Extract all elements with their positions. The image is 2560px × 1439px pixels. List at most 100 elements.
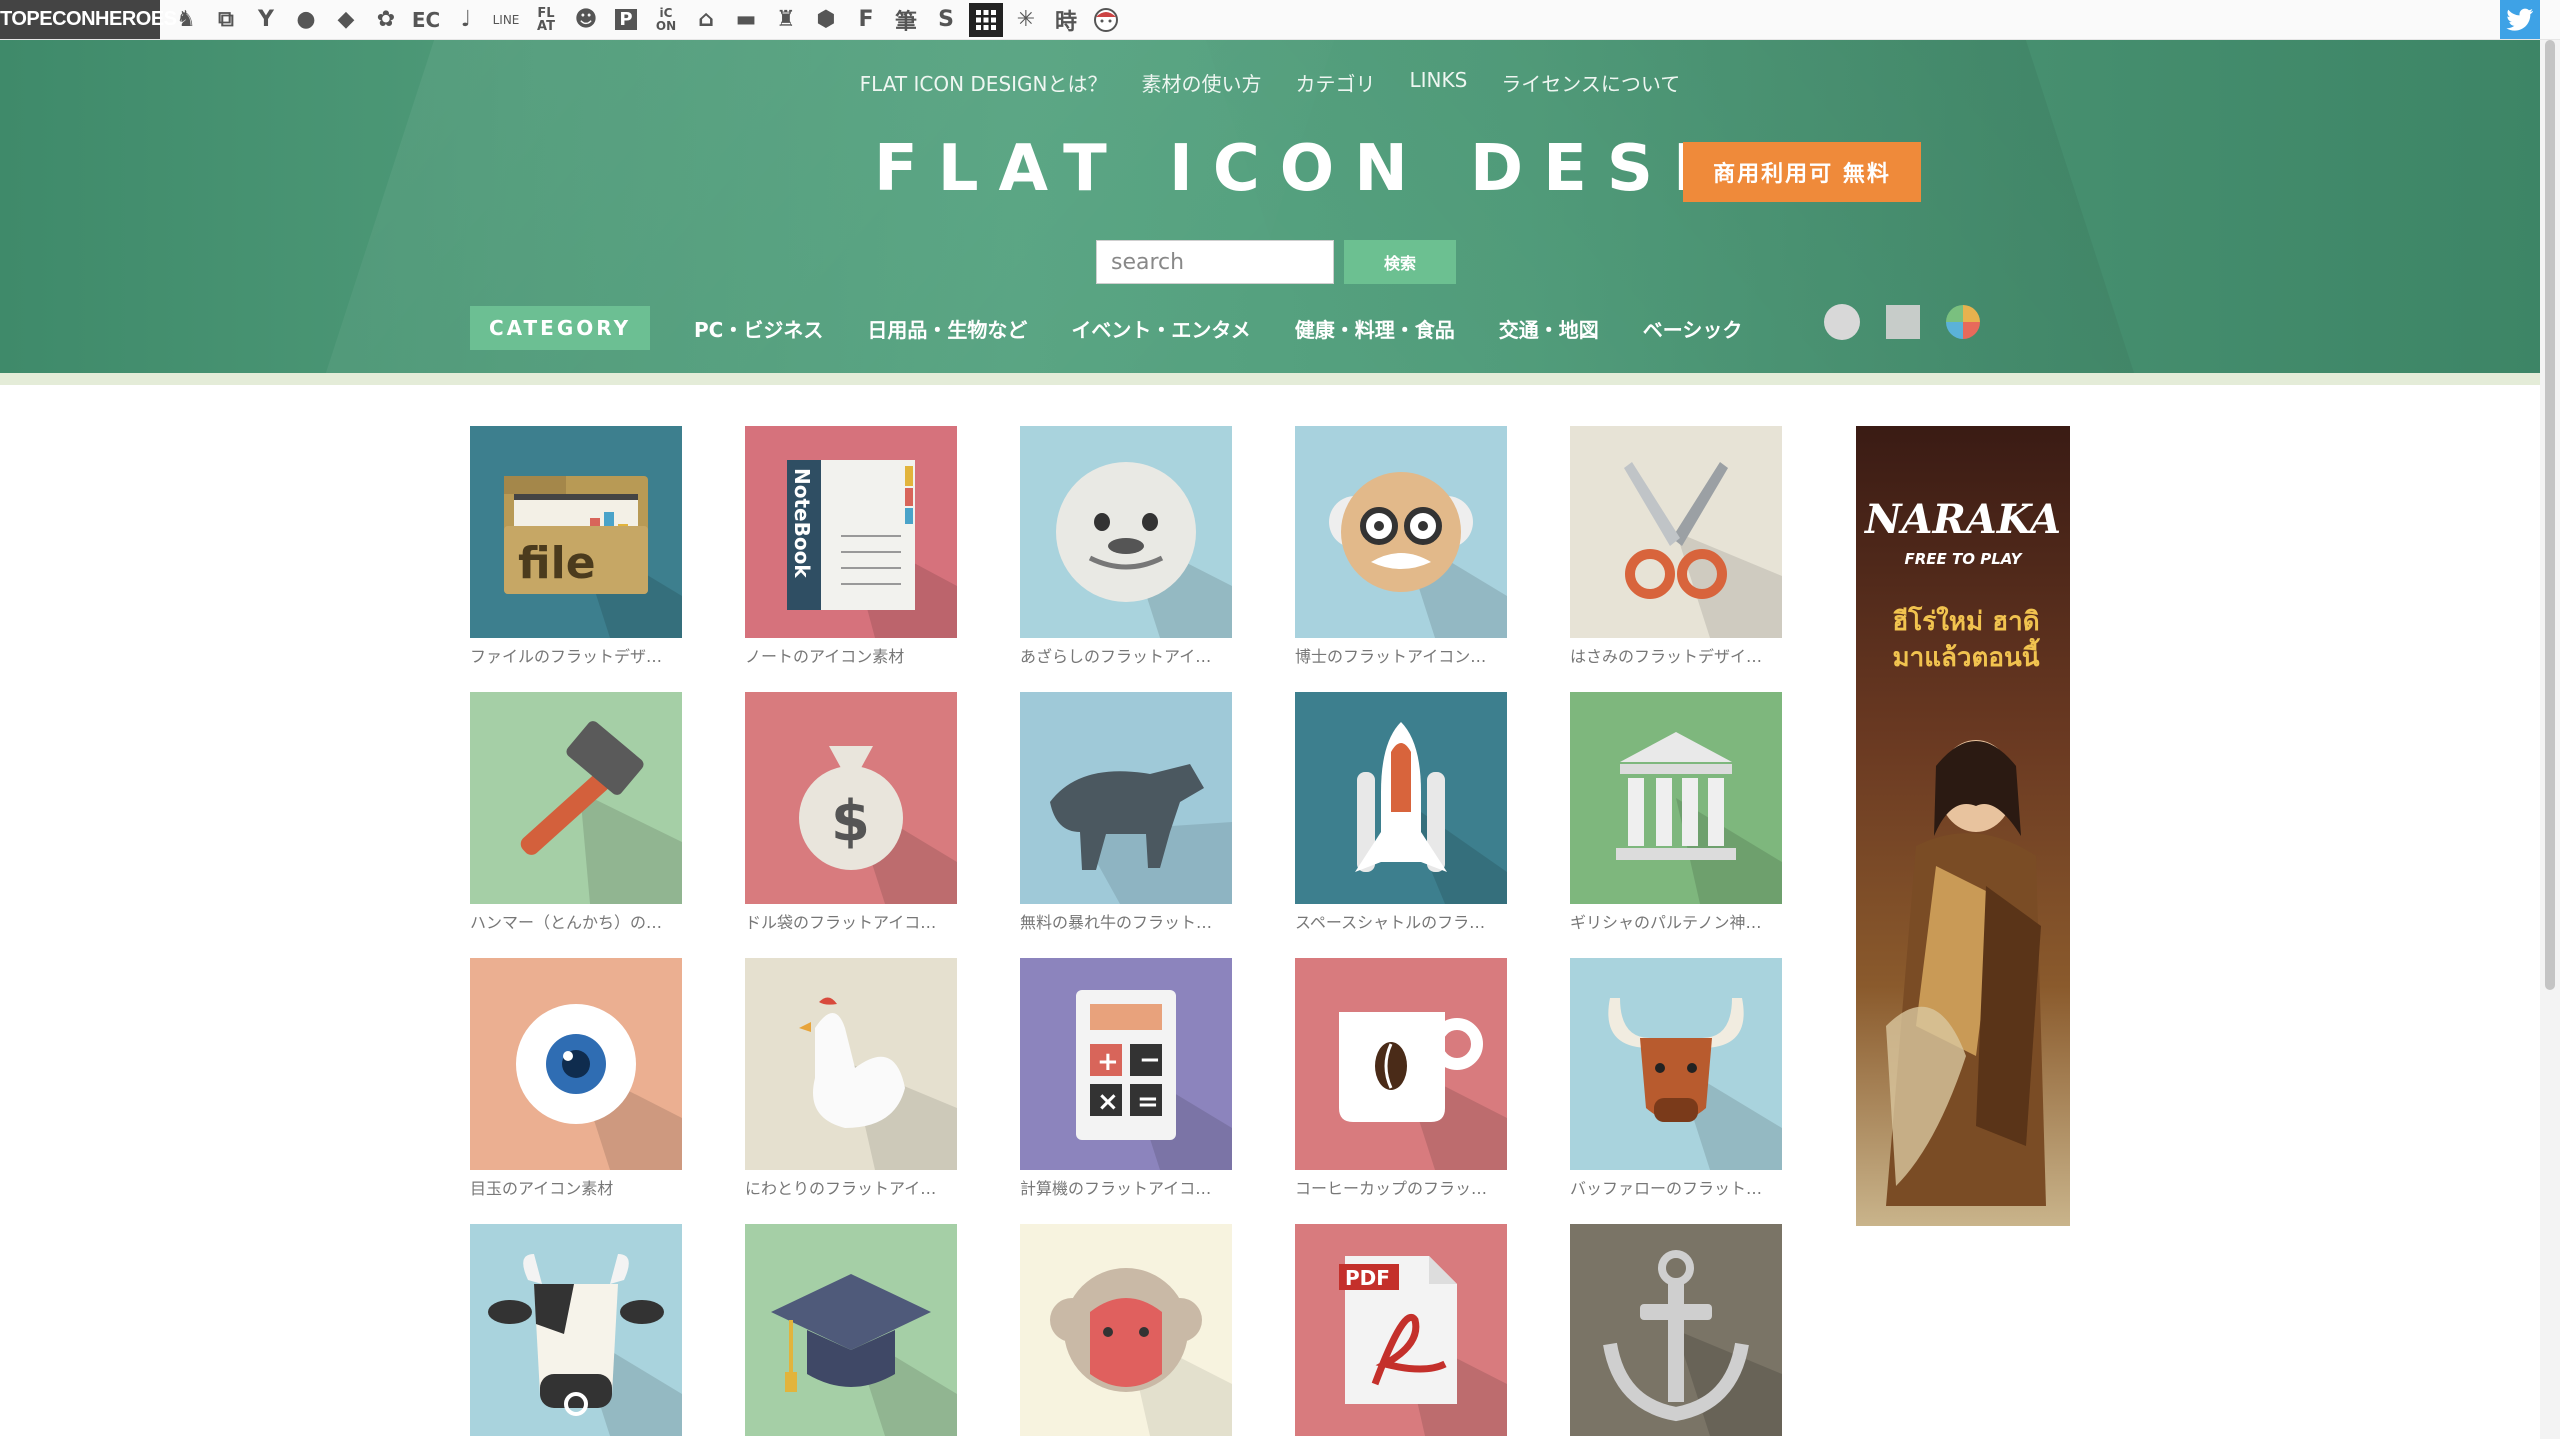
icon-card[interactable] (745, 1224, 957, 1436)
shuttle-icon[interactable] (1295, 692, 1507, 904)
icon-card[interactable] (1570, 1224, 1782, 1436)
file-icon[interactable]: file (470, 426, 682, 638)
s-icon[interactable]: S (926, 0, 966, 39)
anchor-icon[interactable] (1570, 1224, 1782, 1436)
house-icon[interactable]: ⌂ (686, 0, 726, 39)
icon-caption[interactable]: はさみのフラットデザイ… (1570, 643, 1782, 667)
pdf-icon[interactable]: PDF (1295, 1224, 1507, 1436)
icon-caption[interactable]: ファイルのフラットデザ… (470, 643, 682, 667)
icon-caption[interactable]: あざらしのフラットアイ… (1020, 643, 1232, 667)
category-basic[interactable]: ベーシック (1643, 314, 1743, 343)
category-daily-goods[interactable]: 日用品・生物など (867, 314, 1027, 343)
monkey-icon[interactable] (1020, 1224, 1232, 1436)
icon-card[interactable]: 博士のフラットアイコン… (1295, 426, 1507, 667)
nav-license[interactable]: ライセンスについて (1501, 68, 1680, 97)
search-input[interactable] (1096, 240, 1334, 284)
speech-bubble-icon[interactable]: ● (286, 0, 326, 39)
icon-card[interactable]: PDF (1295, 1224, 1507, 1436)
sparkle-icon[interactable]: ✳ (1006, 0, 1046, 39)
seal-icon[interactable] (1020, 426, 1232, 638)
nav-category[interactable]: カテゴリ (1296, 68, 1376, 97)
copy-icon[interactable]: ⧉ (206, 0, 246, 39)
horse-icon[interactable]: ♞ (166, 0, 206, 39)
music-note-icon[interactable]: ♩ (446, 0, 486, 39)
ec-icon[interactable]: EC (406, 0, 446, 39)
category-health-food[interactable]: 健康・料理・食品 (1295, 314, 1455, 343)
clock-kanji-icon[interactable]: 時 (1046, 0, 1086, 39)
category-event-entertainment[interactable]: イベント・エンタメ (1071, 314, 1250, 343)
line-icon[interactable]: LINE (486, 0, 526, 39)
icon-caption[interactable]: 計算機のフラットアイコ… (1020, 1175, 1232, 1199)
professor-icon[interactable] (1295, 426, 1507, 638)
face-icon[interactable] (1086, 0, 1126, 39)
bull-icon[interactable] (1020, 692, 1232, 904)
icon-card[interactable]: $ ドル袋のフラットアイコ… (745, 692, 957, 933)
icon-caption[interactable]: 目玉のアイコン素材 (470, 1175, 682, 1199)
calculator-icon[interactable]: + − × = (1020, 958, 1232, 1170)
smiley-icon[interactable]: ☻ (566, 0, 606, 39)
grid-icon[interactable] (969, 2, 1003, 37)
icon-card[interactable]: あざらしのフラットアイ… (1020, 426, 1232, 667)
icon-caption[interactable]: スペースシャトルのフラ… (1295, 909, 1507, 933)
hexagon-icon[interactable]: ⬢ (806, 0, 846, 39)
icon-on-icon[interactable]: iC ON (646, 0, 686, 39)
flat-icon[interactable]: FLAT (526, 0, 566, 39)
icon-caption[interactable]: ドル袋のフラットアイコ… (745, 909, 957, 933)
temple-icon[interactable] (1570, 692, 1782, 904)
icon-caption[interactable]: ハンマー（とんかち）の… (470, 909, 682, 933)
scrollbar-thumb[interactable] (2545, 40, 2555, 990)
ad-banner[interactable]: NARAKA FREE TO PLAY ฮีโร่ใหม่ ฮาดิ มาแล้… (1856, 426, 2070, 1226)
brush-kanji-icon[interactable]: 筆 (886, 0, 926, 39)
moneybag-icon[interactable]: $ (745, 692, 957, 904)
icon-caption[interactable]: コーヒーカップのフラッ… (1295, 1175, 1507, 1199)
person-icon[interactable]: ♜ (766, 0, 806, 39)
scissors-icon[interactable] (1570, 426, 1782, 638)
font-f-icon[interactable]: F (846, 0, 886, 39)
icon-card[interactable]: 目玉のアイコン素材 (470, 958, 682, 1199)
topeconheroes-link[interactable]: TOPECONHEROES (0, 0, 177, 39)
coffee-icon[interactable] (1295, 958, 1507, 1170)
icon-card[interactable]: NoteBook ノートのアイコン素材 (745, 426, 957, 667)
icon-caption[interactable]: 博士のフラットアイコン… (1295, 643, 1507, 667)
search-button[interactable]: 検索 (1344, 240, 1456, 284)
icon-card[interactable]: コーヒーカップのフラッ… (1295, 958, 1507, 1199)
circle-style-button[interactable] (1824, 304, 1860, 340)
icon-caption[interactable]: 無料の暴れ牛のフラット… (1020, 909, 1232, 933)
icon-card[interactable]: + − × = 計算機のフラットアイコ… (1020, 958, 1232, 1199)
car-icon[interactable]: ▬ (726, 0, 766, 39)
twitter-icon[interactable] (2500, 0, 2540, 39)
category-pc-business[interactable]: PC・ビジネス (694, 314, 823, 343)
icon-card[interactable]: file ファイルのフラットデザ… (470, 426, 682, 667)
icon-card[interactable] (1020, 1224, 1232, 1436)
header-divider (0, 373, 2540, 385)
icon-caption[interactable]: ノートのアイコン素材 (745, 643, 957, 667)
hammer-icon[interactable] (470, 692, 682, 904)
nav-links[interactable]: LINKS (1410, 68, 1468, 97)
nav-usage[interactable]: 素材の使い方 (1142, 68, 1262, 97)
square-style-button[interactable] (1886, 305, 1920, 339)
tag-icon[interactable]: ◆ (326, 0, 366, 39)
eye-icon[interactable] (470, 958, 682, 1170)
color-style-button[interactable] (1946, 305, 1980, 339)
icon-card[interactable]: ハンマー（とんかち）の… (470, 692, 682, 933)
icon-caption[interactable]: にわとりのフラットアイ… (745, 1175, 957, 1199)
icon-caption[interactable]: ギリシャのパルテノン神… (1570, 909, 1782, 933)
icon-caption[interactable]: バッファローのフラット… (1570, 1175, 1782, 1199)
buffalo-icon[interactable] (1570, 958, 1782, 1170)
category-transport-map[interactable]: 交通・地図 (1499, 314, 1599, 343)
icon-card[interactable]: はさみのフラットデザイ… (1570, 426, 1782, 667)
notebook-icon[interactable]: NoteBook (745, 426, 957, 638)
icon-card[interactable] (470, 1224, 682, 1436)
cow-icon[interactable] (470, 1224, 682, 1436)
gradcap-icon[interactable] (745, 1224, 957, 1436)
icon-card[interactable]: ギリシャのパルテノン神… (1570, 692, 1782, 933)
nav-about[interactable]: FLAT ICON DESIGNとは？ (860, 68, 1108, 97)
stickman-icon[interactable]: Y (246, 0, 286, 39)
icon-card[interactable]: にわとりのフラットアイ… (745, 958, 957, 1199)
icon-card[interactable]: スペースシャトルのフラ… (1295, 692, 1507, 933)
flower-icon[interactable]: ✿ (366, 0, 406, 39)
p-icon[interactable]: P (606, 0, 646, 39)
icon-card[interactable]: バッファローのフラット… (1570, 958, 1782, 1199)
chicken-icon[interactable] (745, 958, 957, 1170)
icon-card[interactable]: 無料の暴れ牛のフラット… (1020, 692, 1232, 933)
